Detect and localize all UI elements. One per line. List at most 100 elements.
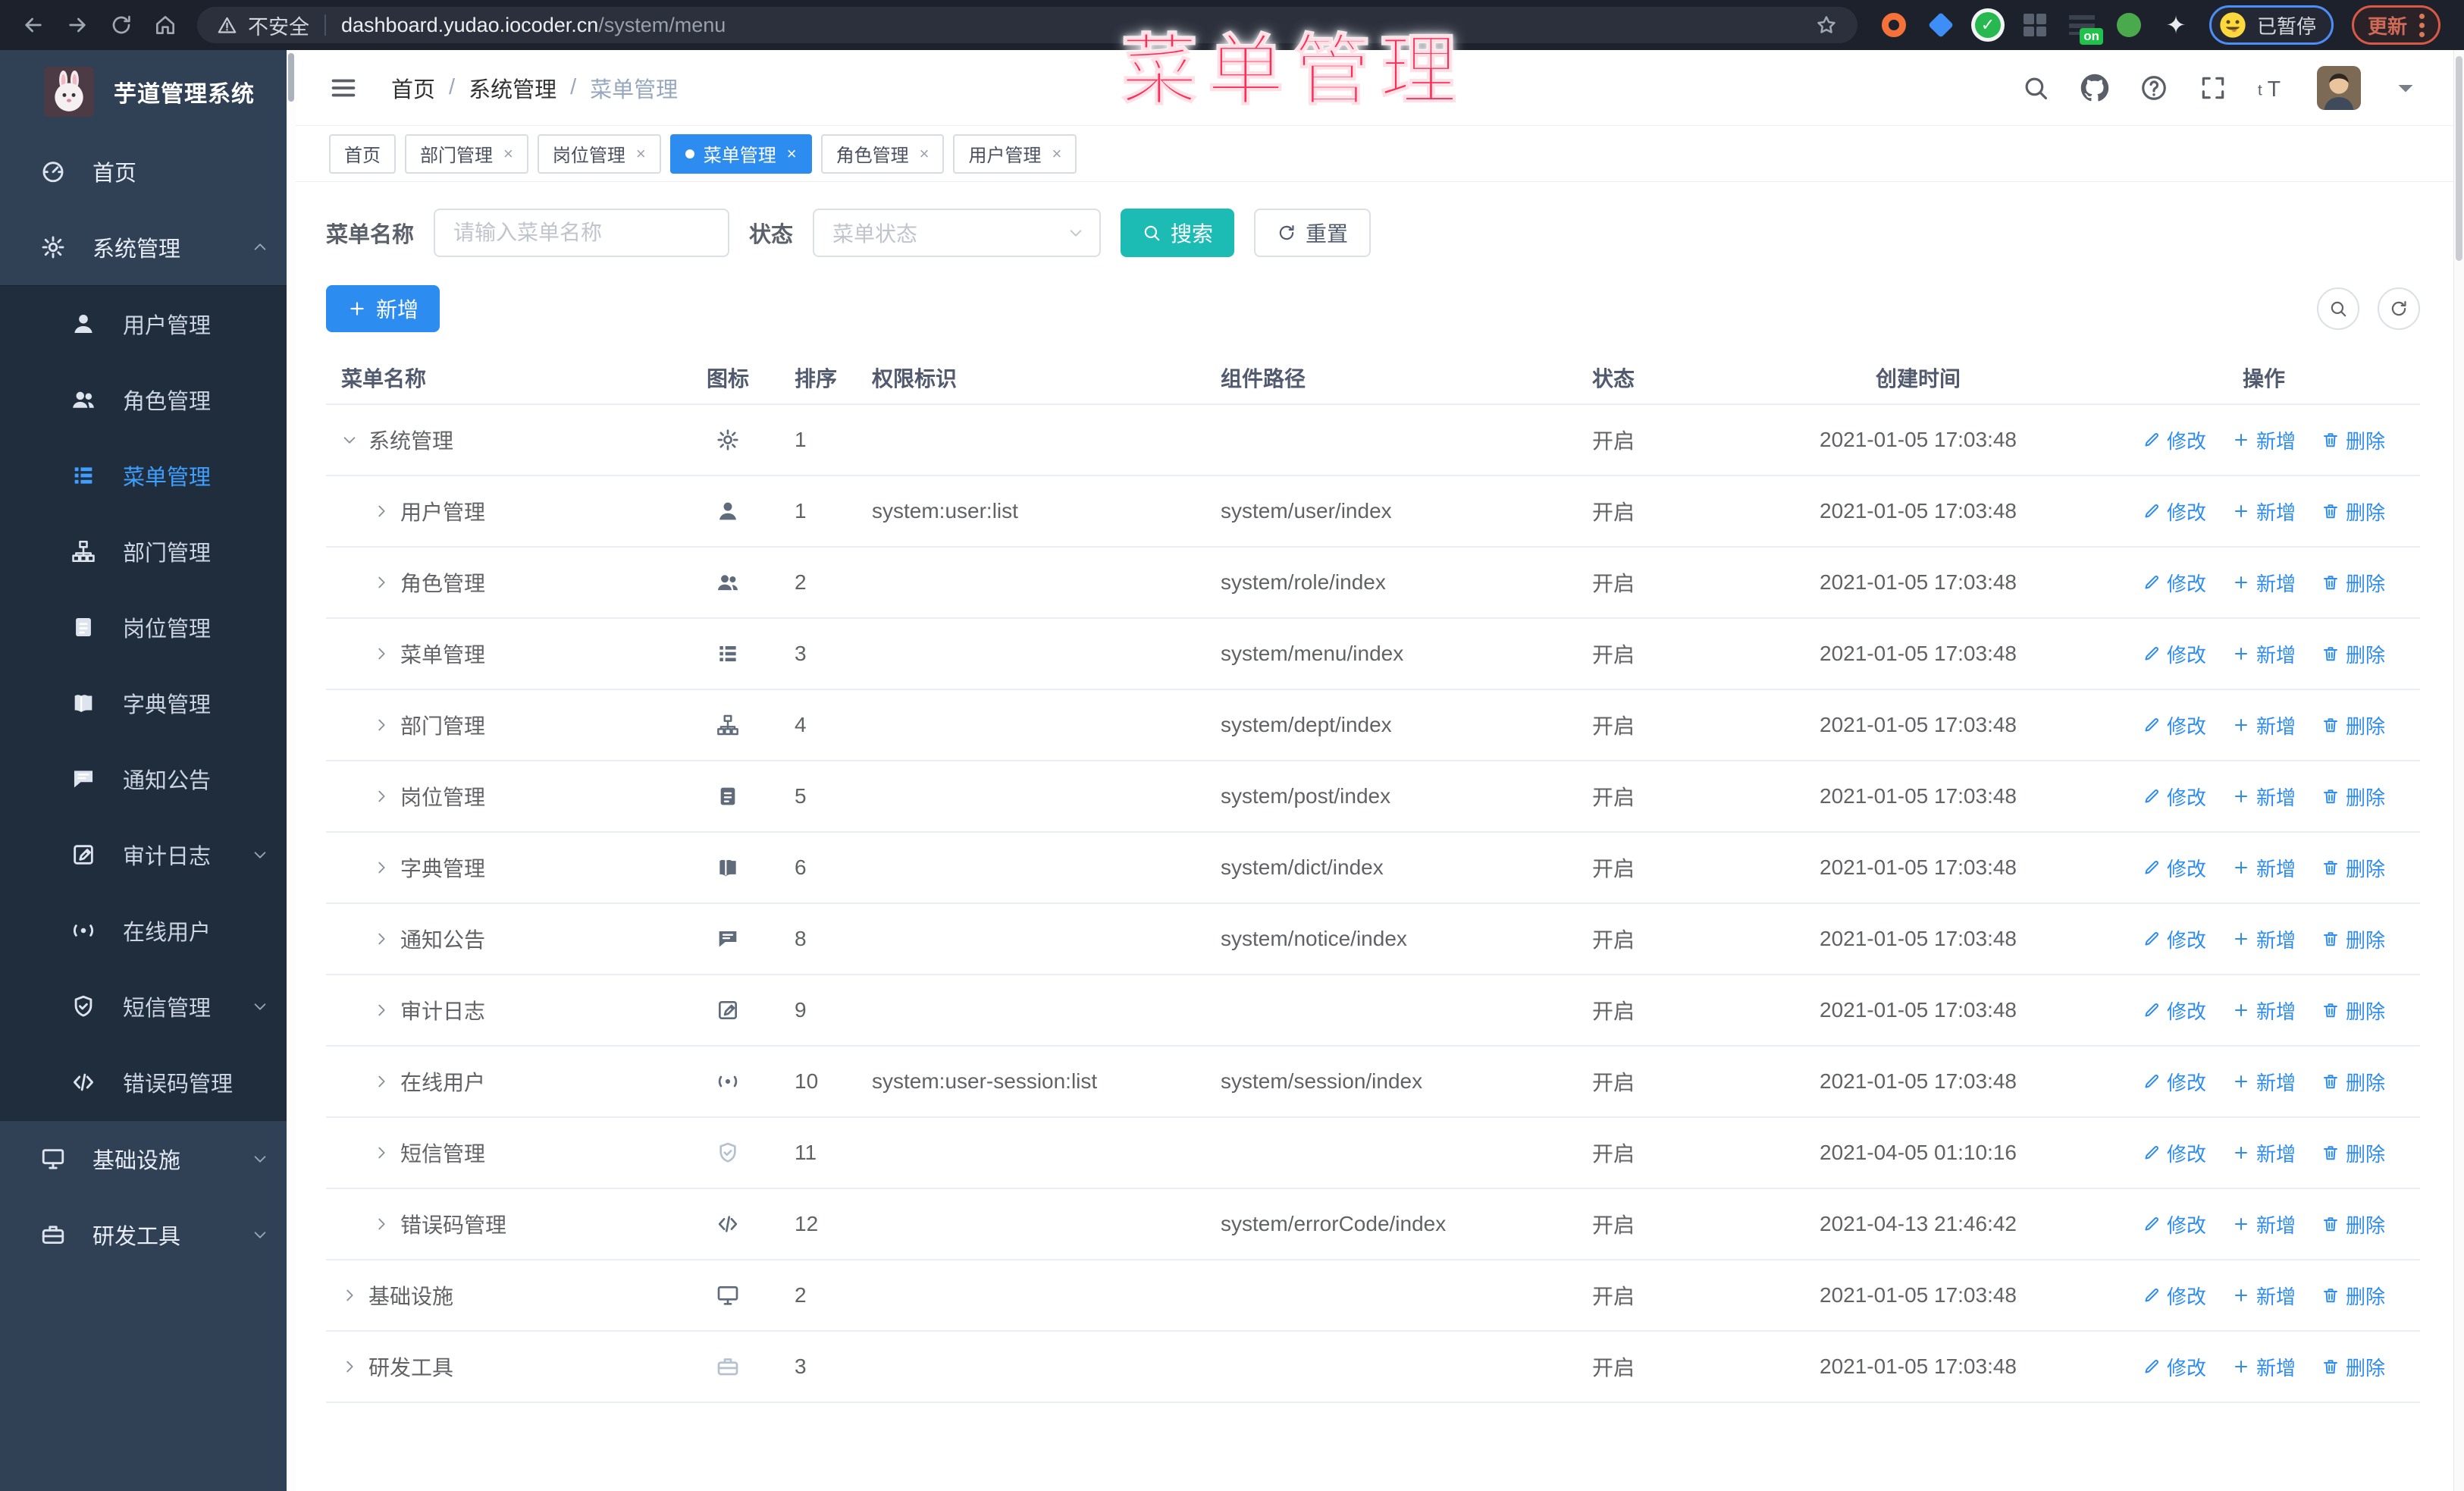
edit-link[interactable]: 修改	[2143, 426, 2206, 454]
extension-check-icon[interactable]: ✓	[1971, 8, 2005, 42]
tab-4[interactable]: 角色管理 ×	[820, 133, 945, 174]
tab-5[interactable]: 用户管理 ×	[953, 133, 1077, 174]
tab-close-icon[interactable]: ×	[503, 144, 513, 164]
edit-link[interactable]: 修改	[2143, 711, 2206, 739]
extension-gem-icon[interactable]	[1924, 8, 1958, 42]
edit-link[interactable]: 修改	[2143, 1139, 2206, 1167]
avatar[interactable]	[2317, 65, 2361, 110]
sidebar-scrollbar[interactable]	[287, 50, 296, 1491]
row-expand-icon[interactable]	[373, 788, 390, 805]
sidebar-item-0[interactable]: 首页	[0, 133, 296, 209]
row-expand-icon[interactable]	[373, 1144, 390, 1161]
edit-link[interactable]: 修改	[2143, 569, 2206, 597]
delete-link[interactable]: 删除	[2321, 1353, 2385, 1381]
status-select[interactable]: 菜单状态	[813, 209, 1102, 257]
add-link[interactable]: 新增	[2232, 498, 2296, 526]
row-expand-icon[interactable]	[373, 1216, 390, 1232]
extension-ring-icon[interactable]	[1877, 8, 1911, 42]
search-icon[interactable]	[2021, 74, 2050, 102]
browser-update-button[interactable]: 更新	[2352, 5, 2441, 45]
add-link[interactable]: 新增	[2232, 997, 2296, 1025]
delete-link[interactable]: 删除	[2321, 854, 2385, 882]
tab-close-icon[interactable]: ×	[920, 144, 929, 164]
toggle-search-button[interactable]	[2317, 287, 2359, 330]
add-link[interactable]: 新增	[2232, 711, 2296, 739]
sidebar-item-9[interactable]: 审计日志	[0, 817, 296, 893]
sidebar-scrollbar-thumb[interactable]	[288, 53, 294, 102]
tab-3[interactable]: 菜单管理 ×	[669, 133, 812, 174]
delete-link[interactable]: 删除	[2321, 498, 2385, 526]
sidebar-item-5[interactable]: 部门管理	[0, 513, 296, 589]
breadcrumb-item-1[interactable]: 系统管理	[469, 72, 556, 104]
sidebar-item-13[interactable]: 基础设施	[0, 1121, 296, 1197]
sidebar-item-7[interactable]: 字典管理	[0, 665, 296, 741]
sidebar-item-6[interactable]: 岗位管理	[0, 589, 296, 665]
font-size-icon[interactable]: tT	[2258, 74, 2287, 102]
add-link[interactable]: 新增	[2232, 1139, 2296, 1167]
tab-close-icon[interactable]: ×	[787, 144, 797, 164]
sidebar-item-14[interactable]: 研发工具	[0, 1197, 296, 1273]
add-link[interactable]: 新增	[2232, 1282, 2296, 1310]
browser-home-icon[interactable]	[146, 5, 185, 45]
row-expand-icon[interactable]	[341, 432, 358, 448]
search-button[interactable]: 搜索	[1121, 209, 1235, 257]
tab-1[interactable]: 部门管理 ×	[405, 133, 528, 174]
hamburger-icon[interactable]	[329, 74, 358, 102]
row-expand-icon[interactable]	[373, 1073, 390, 1090]
add-link[interactable]: 新增	[2232, 569, 2296, 597]
github-icon[interactable]	[2080, 74, 2109, 102]
sidebar-item-12[interactable]: 错误码管理	[0, 1044, 296, 1120]
row-expand-icon[interactable]	[373, 931, 390, 947]
delete-link[interactable]: 删除	[2321, 711, 2385, 739]
reset-button[interactable]: 重置	[1254, 209, 1372, 257]
row-expand-icon[interactable]	[341, 1358, 358, 1375]
chevron-down-icon[interactable]	[2391, 74, 2420, 102]
browser-forward-icon[interactable]	[58, 5, 97, 45]
add-link[interactable]: 新增	[2232, 640, 2296, 668]
tab-close-icon[interactable]: ×	[1052, 144, 1061, 164]
edit-link[interactable]: 修改	[2143, 783, 2206, 811]
extension-puzzle-icon[interactable]: ✦	[2159, 8, 2193, 42]
add-link[interactable]: 新增	[2232, 1068, 2296, 1096]
fullscreen-icon[interactable]	[2199, 74, 2227, 102]
edit-link[interactable]: 修改	[2143, 640, 2206, 668]
row-expand-icon[interactable]	[373, 717, 390, 733]
page-scrollbar[interactable]	[2453, 50, 2464, 1491]
edit-link[interactable]: 修改	[2143, 925, 2206, 953]
delete-link[interactable]: 删除	[2321, 1282, 2385, 1310]
row-expand-icon[interactable]	[373, 859, 390, 876]
edit-link[interactable]: 修改	[2143, 498, 2206, 526]
tab-close-icon[interactable]: ×	[636, 144, 646, 164]
extension-paused-pill[interactable]: 已暂停	[2209, 5, 2334, 45]
add-link[interactable]: 新增	[2232, 1353, 2296, 1381]
row-expand-icon[interactable]	[373, 503, 390, 519]
delete-link[interactable]: 删除	[2321, 1139, 2385, 1167]
delete-link[interactable]: 删除	[2321, 640, 2385, 668]
add-link[interactable]: 新增	[2232, 426, 2296, 454]
row-expand-icon[interactable]	[341, 1287, 358, 1304]
delete-link[interactable]: 删除	[2321, 1068, 2385, 1096]
delete-link[interactable]: 删除	[2321, 783, 2385, 811]
sidebar-item-11[interactable]: 短信管理	[0, 968, 296, 1044]
browser-back-icon[interactable]	[14, 5, 53, 45]
add-link[interactable]: 新增	[2232, 1210, 2296, 1238]
tab-2[interactable]: 岗位管理 ×	[537, 133, 661, 174]
bookmark-star-icon[interactable]	[1815, 14, 1838, 36]
delete-link[interactable]: 删除	[2321, 925, 2385, 953]
delete-link[interactable]: 删除	[2321, 426, 2385, 454]
sidebar-item-1[interactable]: 系统管理	[0, 209, 296, 285]
menu-name-input[interactable]	[434, 209, 730, 257]
delete-link[interactable]: 删除	[2321, 997, 2385, 1025]
add-button[interactable]: 新增	[326, 285, 440, 332]
add-link[interactable]: 新增	[2232, 925, 2296, 953]
help-icon[interactable]	[2140, 74, 2168, 102]
edit-link[interactable]: 修改	[2143, 997, 2206, 1025]
refresh-table-button[interactable]	[2378, 287, 2420, 330]
edit-link[interactable]: 修改	[2143, 1210, 2206, 1238]
add-link[interactable]: 新增	[2232, 783, 2296, 811]
row-expand-icon[interactable]	[373, 574, 390, 591]
edit-link[interactable]: 修改	[2143, 1353, 2206, 1381]
extension-grid-icon[interactable]	[2018, 8, 2052, 42]
row-expand-icon[interactable]	[373, 1002, 390, 1019]
edit-link[interactable]: 修改	[2143, 854, 2206, 882]
